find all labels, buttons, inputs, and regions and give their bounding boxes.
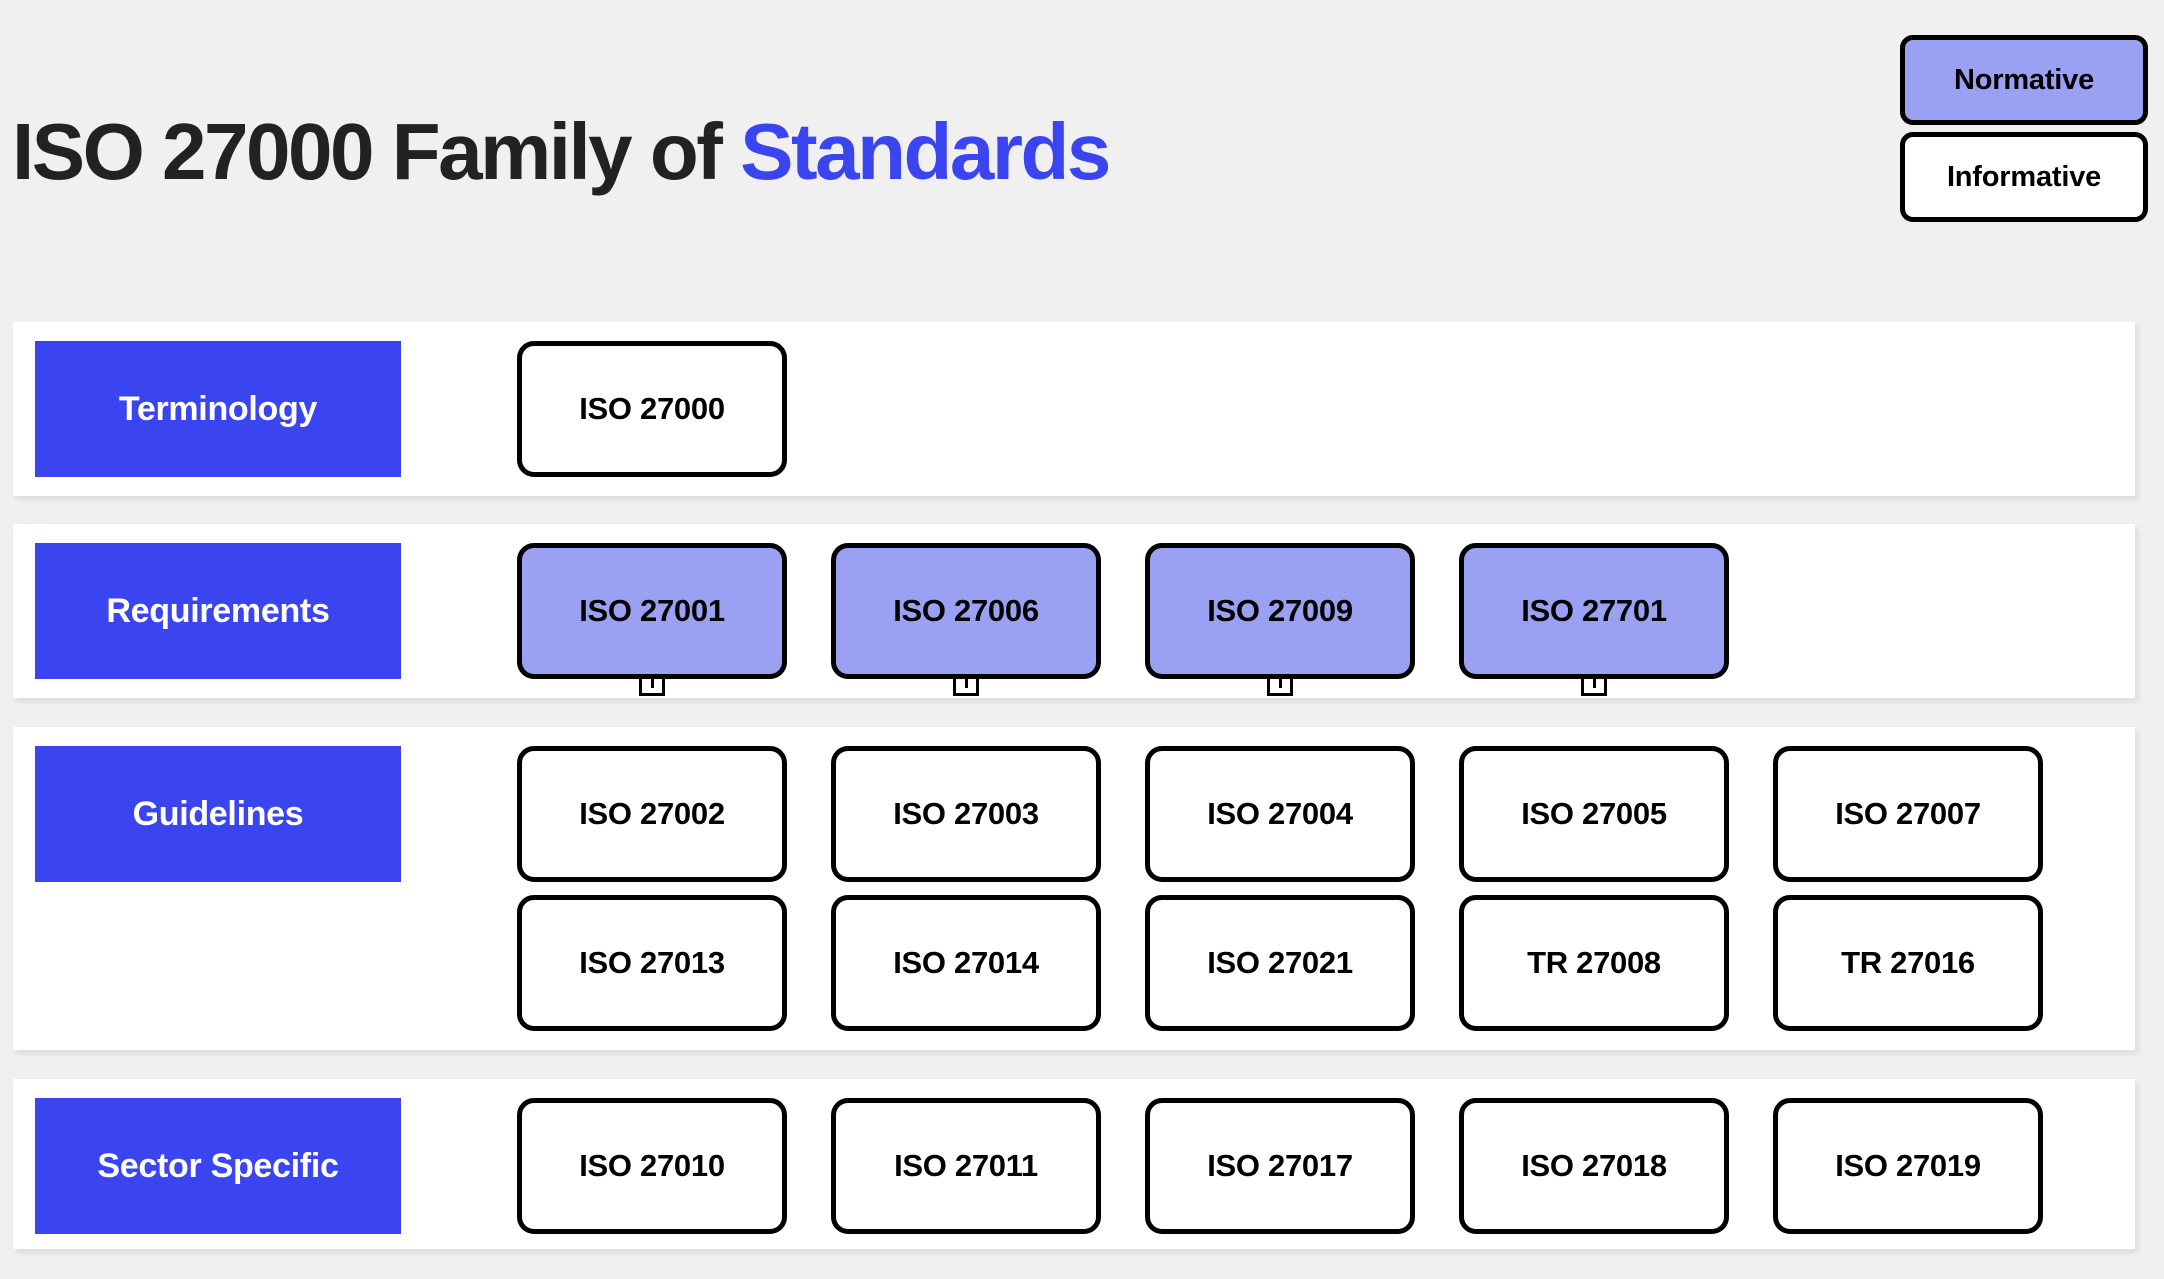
- standard-card-iso-27005[interactable]: ISO 27005: [1459, 746, 1729, 882]
- standard-card-tr-27016[interactable]: TR 27016: [1773, 895, 2043, 1031]
- card-connector-stub-icon: [1267, 679, 1293, 696]
- card-connector-stub-icon: [1581, 679, 1607, 696]
- category-label-sector-specific-text: Sector Specific: [97, 1146, 339, 1185]
- card-slot: ISO 27003: [831, 746, 1101, 882]
- card-slot: ISO 27017: [1145, 1098, 1415, 1234]
- page-title-main: ISO 27000 Family of: [12, 107, 741, 196]
- standard-card-tr-27008[interactable]: TR 27008: [1459, 895, 1729, 1031]
- category-row-requirements: Requirements ISO 27001 ISO 27006 ISO 270…: [13, 524, 2135, 698]
- standard-card-iso-27004[interactable]: ISO 27004: [1145, 746, 1415, 882]
- card-slot: TR 27016: [1773, 895, 2043, 1031]
- category-row-sector-specific: Sector Specific ISO 27010 ISO 27011 ISO …: [13, 1079, 2135, 1249]
- legend: Normative Informative: [1900, 35, 2148, 222]
- standard-card-label: ISO 27019: [1835, 1148, 1981, 1183]
- standard-card-label: ISO 27005: [1521, 796, 1667, 831]
- standard-card-label: TR 27008: [1527, 945, 1661, 980]
- card-slot: ISO 27021: [1145, 895, 1415, 1031]
- category-row-guidelines: Guidelines ISO 27002 ISO 27003 ISO 27004…: [13, 727, 2135, 1050]
- card-slot: ISO 27018: [1459, 1098, 1729, 1234]
- standard-card-iso-27701[interactable]: ISO 27701: [1459, 543, 1729, 679]
- category-row-terminology: Terminology ISO 27000: [13, 322, 2135, 496]
- standard-card-label: ISO 27007: [1835, 796, 1981, 831]
- card-line: ISO 27002 ISO 27003 ISO 27004 ISO 27005 …: [517, 746, 2135, 882]
- legend-item-normative[interactable]: Normative: [1900, 35, 2148, 125]
- cards-area-guidelines: ISO 27002 ISO 27003 ISO 27004 ISO 27005 …: [517, 746, 2135, 1031]
- category-label-guidelines[interactable]: Guidelines: [35, 746, 401, 882]
- standard-card-iso-27009[interactable]: ISO 27009: [1145, 543, 1415, 679]
- standard-card-label: ISO 27009: [1207, 593, 1353, 628]
- legend-item-informative-label: Informative: [1946, 160, 2102, 193]
- card-slot: ISO 27701: [1459, 543, 1729, 696]
- standard-card-label: ISO 27004: [1207, 796, 1353, 831]
- category-label-guidelines-text: Guidelines: [132, 794, 304, 833]
- category-label-terminology[interactable]: Terminology: [35, 341, 401, 477]
- cards-area-requirements: ISO 27001 ISO 27006 ISO 27009 ISO 27701: [517, 543, 2135, 696]
- standard-card-label: ISO 27003: [893, 796, 1039, 831]
- standard-card-iso-27018[interactable]: ISO 27018: [1459, 1098, 1729, 1234]
- standard-card-iso-27013[interactable]: ISO 27013: [517, 895, 787, 1031]
- card-line: ISO 27001 ISO 27006 ISO 27009 ISO 27701: [517, 543, 2135, 696]
- card-slot: ISO 27001: [517, 543, 787, 696]
- standard-card-iso-27019[interactable]: ISO 27019: [1773, 1098, 2043, 1234]
- legend-item-informative[interactable]: Informative: [1900, 132, 2148, 222]
- legend-item-normative-label: Normative: [1953, 63, 2095, 96]
- page-title-accent: Standards: [740, 107, 1111, 196]
- category-label-requirements-text: Requirements: [106, 591, 330, 630]
- standard-card-label: ISO 27018: [1521, 1148, 1667, 1183]
- card-slot: ISO 27000: [517, 341, 787, 477]
- standard-card-label: ISO 27000: [579, 391, 725, 426]
- cards-area-terminology: ISO 27000: [517, 341, 2135, 477]
- standard-card-label: ISO 27013: [579, 945, 725, 980]
- card-slot: TR 27008: [1459, 895, 1729, 1031]
- page-title: ISO 27000 Family of Standards: [12, 112, 1111, 192]
- standard-card-iso-27010[interactable]: ISO 27010: [517, 1098, 787, 1234]
- card-slot: ISO 27014: [831, 895, 1101, 1031]
- standard-card-label: TR 27016: [1841, 945, 1975, 980]
- standard-card-label: ISO 27014: [893, 945, 1039, 980]
- standard-card-label: ISO 27010: [579, 1148, 725, 1183]
- standard-card-iso-27011[interactable]: ISO 27011: [831, 1098, 1101, 1234]
- standard-card-label: ISO 27701: [1521, 593, 1667, 628]
- header: ISO 27000 Family of Standards Normative …: [0, 0, 2164, 318]
- card-slot: ISO 27002: [517, 746, 787, 882]
- category-label-terminology-text: Terminology: [118, 389, 318, 428]
- card-slot: ISO 27007: [1773, 746, 2043, 882]
- card-slot: ISO 27013: [517, 895, 787, 1031]
- cards-area-sector-specific: ISO 27010 ISO 27011 ISO 27017 ISO 27018 …: [517, 1098, 2135, 1234]
- category-label-requirements[interactable]: Requirements: [35, 543, 401, 679]
- standard-card-label: ISO 27011: [894, 1148, 1038, 1183]
- standard-card-label: ISO 27006: [893, 593, 1039, 628]
- card-slot: ISO 27009: [1145, 543, 1415, 696]
- card-slot: ISO 27004: [1145, 746, 1415, 882]
- card-connector-stub-icon: [639, 679, 665, 696]
- card-slot: ISO 27006: [831, 543, 1101, 696]
- standard-card-iso-27000[interactable]: ISO 27000: [517, 341, 787, 477]
- standard-card-iso-27002[interactable]: ISO 27002: [517, 746, 787, 882]
- card-slot: ISO 27005: [1459, 746, 1729, 882]
- card-slot: ISO 27019: [1773, 1098, 2043, 1234]
- card-line: ISO 27013 ISO 27014 ISO 27021 TR 27008 T…: [517, 895, 2135, 1031]
- standard-card-iso-27007[interactable]: ISO 27007: [1773, 746, 2043, 882]
- standard-card-iso-27001[interactable]: ISO 27001: [517, 543, 787, 679]
- standard-card-iso-27003[interactable]: ISO 27003: [831, 746, 1101, 882]
- standard-card-label: ISO 27001: [579, 593, 725, 628]
- standard-card-iso-27017[interactable]: ISO 27017: [1145, 1098, 1415, 1234]
- standard-card-label: ISO 27021: [1207, 945, 1353, 980]
- card-line: ISO 27000: [517, 341, 2135, 477]
- standard-card-label: ISO 27017: [1207, 1148, 1353, 1183]
- card-line: ISO 27010 ISO 27011 ISO 27017 ISO 27018 …: [517, 1098, 2135, 1234]
- standard-card-label: ISO 27002: [579, 796, 725, 831]
- standard-card-iso-27014[interactable]: ISO 27014: [831, 895, 1101, 1031]
- category-label-sector-specific[interactable]: Sector Specific: [35, 1098, 401, 1234]
- iso-27000-family-diagram: ISO 27000 Family of Standards Normative …: [0, 0, 2164, 1279]
- standard-card-iso-27006[interactable]: ISO 27006: [831, 543, 1101, 679]
- card-connector-stub-icon: [953, 679, 979, 696]
- standard-card-iso-27021[interactable]: ISO 27021: [1145, 895, 1415, 1031]
- card-slot: ISO 27010: [517, 1098, 787, 1234]
- card-slot: ISO 27011: [831, 1098, 1101, 1234]
